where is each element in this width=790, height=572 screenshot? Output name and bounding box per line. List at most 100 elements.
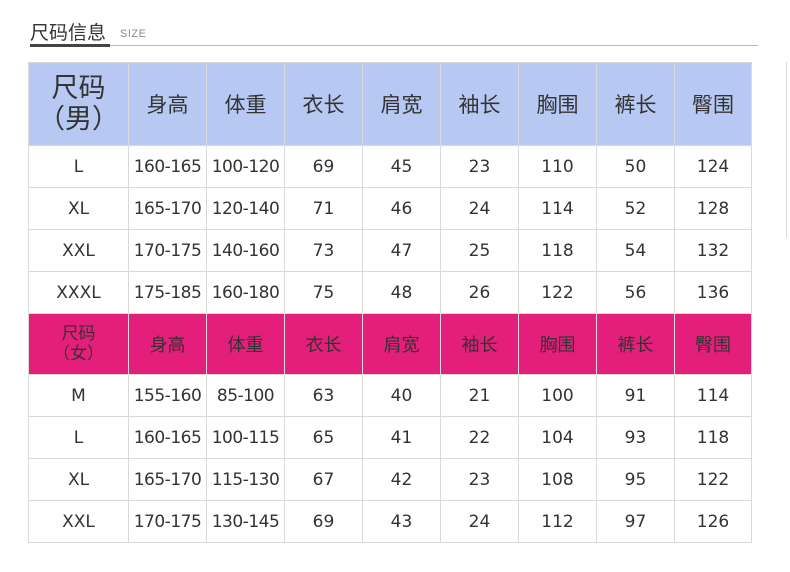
header-divider bbox=[30, 45, 758, 46]
header-cell-sleeve: 袖长 bbox=[440, 313, 519, 375]
cell-hip: 132 bbox=[674, 229, 752, 272]
cell-chest: 100 bbox=[518, 374, 597, 417]
cell-size: M bbox=[28, 374, 129, 417]
cell-size: XXL bbox=[28, 500, 129, 543]
cell-pants-length: 97 bbox=[596, 500, 675, 543]
cell-shoulder: 41 bbox=[362, 416, 441, 459]
cell-height: 165-170 bbox=[128, 458, 207, 501]
header-cell-shoulder: 肩宽 bbox=[362, 62, 441, 146]
cell-chest: 122 bbox=[518, 271, 597, 314]
cell-sleeve: 22 bbox=[440, 416, 519, 459]
cell-chest: 104 bbox=[518, 416, 597, 459]
cell-length: 65 bbox=[284, 416, 363, 459]
header-cell-length: 衣长 bbox=[284, 313, 363, 375]
cell-pants-length: 52 bbox=[596, 187, 675, 230]
cell-length: 63 bbox=[284, 374, 363, 417]
cell-size: XXXL bbox=[28, 271, 129, 314]
cell-length: 75 bbox=[284, 271, 363, 314]
header-cell-length: 衣长 bbox=[284, 62, 363, 146]
cell-length: 71 bbox=[284, 187, 363, 230]
section-subtitle: SIZE bbox=[120, 28, 147, 40]
cell-weight: 85-100 bbox=[206, 374, 285, 417]
cell-size: L bbox=[28, 145, 129, 188]
cell-shoulder: 48 bbox=[362, 271, 441, 314]
table-row: L 160-165 100-115 65 41 22 104 93 118 bbox=[28, 416, 752, 459]
cell-weight: 130-145 bbox=[206, 500, 285, 543]
cell-sleeve: 26 bbox=[440, 271, 519, 314]
men-header-row: 尺码 （男） 身高 体重 衣长 肩宽 袖长 胸围 裤长 臀围 bbox=[28, 62, 752, 146]
cell-chest: 108 bbox=[518, 458, 597, 501]
cell-hip: 118 bbox=[674, 416, 752, 459]
cell-shoulder: 43 bbox=[362, 500, 441, 543]
section-header: 尺码信息 SIZE bbox=[30, 14, 758, 48]
header-cell-weight: 体重 bbox=[206, 62, 285, 146]
cell-shoulder: 40 bbox=[362, 374, 441, 417]
table-row: XXL 170-175 130-145 69 43 24 112 97 126 bbox=[28, 500, 752, 543]
cell-size: L bbox=[28, 416, 129, 459]
table-row: XXXL 175-185 160-180 75 48 26 122 56 136 bbox=[28, 271, 752, 314]
cell-shoulder: 42 bbox=[362, 458, 441, 501]
header-cell-weight: 体重 bbox=[206, 313, 285, 375]
men-gender-label: （男） bbox=[38, 104, 119, 135]
cell-chest: 118 bbox=[518, 229, 597, 272]
cell-length: 73 bbox=[284, 229, 363, 272]
cell-size: XXL bbox=[28, 229, 129, 272]
cell-length: 69 bbox=[284, 500, 363, 543]
header-cell-pants-length: 裤长 bbox=[596, 62, 675, 146]
cell-height: 155-160 bbox=[128, 374, 207, 417]
header-cell-height: 身高 bbox=[128, 62, 207, 146]
cell-weight: 160-180 bbox=[206, 271, 285, 314]
cell-chest: 112 bbox=[518, 500, 597, 543]
cell-pants-length: 50 bbox=[596, 145, 675, 188]
cell-pants-length: 93 bbox=[596, 416, 675, 459]
cell-height: 165-170 bbox=[128, 187, 207, 230]
cell-pants-length: 54 bbox=[596, 229, 675, 272]
cell-hip: 128 bbox=[674, 187, 752, 230]
section-title: 尺码信息 bbox=[30, 22, 107, 44]
cell-length: 69 bbox=[284, 145, 363, 188]
cell-height: 175-185 bbox=[128, 271, 207, 314]
women-rows: M 155-160 85-100 63 40 21 100 91 114 L 160-165 100-… bbox=[28, 374, 752, 543]
cell-sleeve: 24 bbox=[440, 187, 519, 230]
cell-sleeve: 23 bbox=[440, 458, 519, 501]
cell-hip: 136 bbox=[674, 271, 752, 314]
cell-hip: 122 bbox=[674, 458, 752, 501]
men-size-label: 尺码 bbox=[51, 73, 106, 104]
cell-height: 170-175 bbox=[128, 229, 207, 272]
edge-divider bbox=[786, 62, 787, 238]
cell-sleeve: 23 bbox=[440, 145, 519, 188]
cell-hip: 114 bbox=[674, 374, 752, 417]
men-size-header-cell: 尺码 （男） bbox=[28, 62, 129, 146]
cell-weight: 120-140 bbox=[206, 187, 285, 230]
header-cell-chest: 胸围 bbox=[518, 62, 597, 146]
cell-sleeve: 21 bbox=[440, 374, 519, 417]
cell-sleeve: 25 bbox=[440, 229, 519, 272]
women-size-header-cell: 尺码 （女） bbox=[28, 313, 129, 375]
cell-shoulder: 45 bbox=[362, 145, 441, 188]
cell-sleeve: 24 bbox=[440, 500, 519, 543]
cell-height: 170-175 bbox=[128, 500, 207, 543]
cell-weight: 100-120 bbox=[206, 145, 285, 188]
women-header-row: 尺码 （女） 身高 体重 衣长 肩宽 袖长 胸围 裤长 臀围 bbox=[28, 313, 752, 375]
cell-weight: 100-115 bbox=[206, 416, 285, 459]
cell-shoulder: 46 bbox=[362, 187, 441, 230]
cell-pants-length: 91 bbox=[596, 374, 675, 417]
men-rows: L 160-165 100-120 69 45 23 110 50 124 XL 165-170 12… bbox=[28, 145, 752, 314]
header-cell-hip: 臀围 bbox=[674, 313, 752, 375]
header-cell-chest: 胸围 bbox=[518, 313, 597, 375]
table-row: XXL 170-175 140-160 73 47 25 118 54 132 bbox=[28, 229, 752, 272]
header-cell-hip: 臀围 bbox=[674, 62, 752, 146]
cell-length: 67 bbox=[284, 458, 363, 501]
table-row: XL 165-170 115-130 67 42 23 108 95 122 bbox=[28, 458, 752, 501]
header-cell-pants-length: 裤长 bbox=[596, 313, 675, 375]
table-row: M 155-160 85-100 63 40 21 100 91 114 bbox=[28, 374, 752, 417]
women-gender-label: （女） bbox=[53, 344, 104, 364]
cell-pants-length: 95 bbox=[596, 458, 675, 501]
women-size-label: 尺码 bbox=[61, 324, 96, 344]
cell-chest: 114 bbox=[518, 187, 597, 230]
table-row: L 160-165 100-120 69 45 23 110 50 124 bbox=[28, 145, 752, 188]
cell-pants-length: 56 bbox=[596, 271, 675, 314]
cell-size: XL bbox=[28, 458, 129, 501]
cell-chest: 110 bbox=[518, 145, 597, 188]
header-cell-sleeve: 袖长 bbox=[440, 62, 519, 146]
